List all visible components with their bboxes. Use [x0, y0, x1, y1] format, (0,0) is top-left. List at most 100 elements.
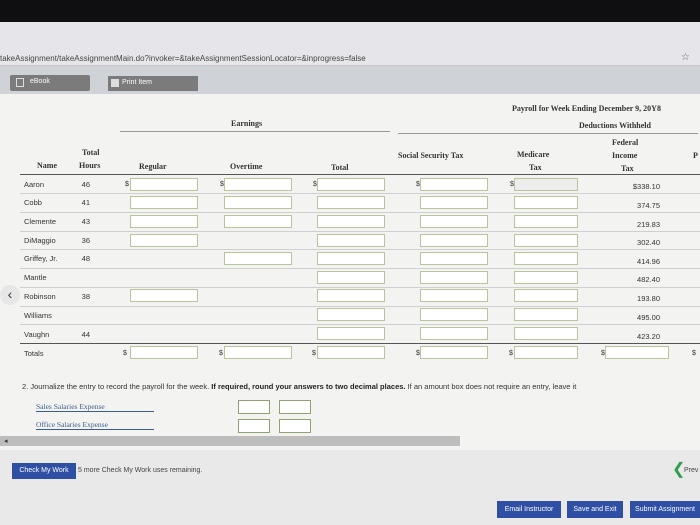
print-label: Print Item — [122, 79, 152, 86]
ebook-button[interactable]: eBook — [10, 75, 90, 91]
row-separator — [20, 231, 700, 232]
federal-header-1: Federal — [612, 138, 639, 147]
debit-input[interactable] — [238, 400, 270, 414]
q2-prefix: 2. Journalize the entry to record the pa… — [22, 382, 210, 391]
row-name: Aaron — [24, 180, 45, 189]
federal-total-input[interactable] — [605, 346, 669, 359]
social-security-input[interactable] — [420, 271, 488, 284]
regular-input[interactable] — [130, 196, 198, 209]
row-federal-tax: 219.83 — [637, 220, 660, 229]
medicare-input[interactable] — [514, 215, 578, 228]
total-input[interactable] — [317, 271, 385, 284]
medicare-input[interactable] — [514, 252, 578, 265]
dollar-sign: $ — [312, 350, 316, 357]
overtime-input[interactable] — [224, 252, 292, 265]
total-header: Total — [331, 163, 349, 172]
account-office-salaries[interactable]: Office Salaries Expense — [36, 420, 154, 430]
regular-header: Regular — [139, 162, 167, 171]
bookmark-star-icon[interactable]: ☆ — [681, 52, 690, 63]
row-separator — [20, 249, 700, 250]
social-security-input[interactable] — [420, 289, 488, 302]
dollar-sign: $ — [125, 181, 129, 188]
regular-input[interactable] — [130, 178, 198, 191]
overtime-input[interactable] — [224, 178, 292, 191]
check-my-work-button[interactable]: Check My Work — [12, 463, 76, 479]
chevron-left-icon[interactable]: ‹ — [0, 285, 20, 305]
social-security-input[interactable] — [420, 196, 488, 209]
row-hours: 44 — [81, 330, 90, 339]
medicare-input[interactable] — [514, 234, 578, 247]
horizontal-scrollbar[interactable] — [0, 436, 460, 446]
payroll-title: Payroll for Week Ending December 9, 20Y8 — [512, 104, 661, 113]
credit-input[interactable] — [279, 419, 311, 433]
name-header: Name — [37, 161, 57, 170]
row-separator — [20, 193, 700, 194]
url-text[interactable]: takeAssignment/takeAssignmentMain.do?inv… — [0, 54, 366, 63]
row-federal-tax: 423.20 — [637, 332, 660, 341]
total-input[interactable] — [317, 196, 385, 209]
row-hours: 38 — [81, 292, 90, 301]
dollar-sign: $ — [219, 350, 223, 357]
scroll-left-icon[interactable]: ◂ — [4, 437, 8, 445]
row-federal-tax: 495.00 — [637, 313, 660, 322]
social-security-total-input[interactable] — [420, 346, 488, 359]
medicare-input[interactable] — [514, 308, 578, 321]
ebook-label: eBook — [30, 78, 50, 85]
federal-header-2: Income — [612, 151, 638, 160]
total-input[interactable] — [317, 215, 385, 228]
email-instructor-button[interactable]: Email Instructor — [497, 501, 561, 518]
medicare-total-input[interactable] — [514, 346, 578, 359]
medicare-header-2: Tax — [529, 163, 542, 172]
federal-header-3: Tax — [621, 164, 634, 173]
submit-assignment-button[interactable]: Submit Assignment — [630, 501, 700, 518]
save-and-exit-button[interactable]: Save and Exit — [567, 501, 623, 518]
prev-button[interactable]: ❮ Prev — [672, 461, 700, 480]
social-security-input[interactable] — [420, 252, 488, 265]
regular-input[interactable] — [130, 234, 198, 247]
total-input[interactable] — [317, 308, 385, 321]
total-input[interactable] — [317, 234, 385, 247]
regular-input[interactable] — [130, 215, 198, 228]
dollar-sign: $ — [509, 350, 513, 357]
total-hours-header-1: Total — [82, 148, 100, 157]
row-name: DiMaggio — [24, 236, 56, 245]
social-security-input[interactable] — [420, 308, 488, 321]
row-name: Williams — [24, 311, 52, 320]
deductions-rule — [398, 133, 698, 134]
assignment-toolbar — [0, 66, 700, 94]
social-security-input[interactable] — [420, 178, 488, 191]
overtime-input[interactable] — [224, 215, 292, 228]
total-total-input[interactable] — [317, 346, 385, 359]
print-item-button[interactable]: Print Item — [108, 76, 198, 91]
credit-input[interactable] — [279, 400, 311, 414]
medicare-input[interactable] — [514, 289, 578, 302]
total-input[interactable] — [317, 327, 385, 340]
row-hours: 41 — [81, 198, 90, 207]
medicare-input[interactable] — [514, 196, 578, 209]
debit-input[interactable] — [238, 419, 270, 433]
row-hours: 46 — [81, 180, 90, 189]
regular-total-input[interactable] — [130, 346, 198, 359]
question-2-text: 2. Journalize the entry to record the pa… — [22, 382, 576, 391]
row-separator — [20, 212, 700, 213]
row-name: Mantle — [24, 273, 47, 282]
regular-input[interactable] — [130, 289, 198, 302]
social-security-input[interactable] — [420, 234, 488, 247]
row-name: Robinson — [24, 292, 56, 301]
total-input[interactable] — [317, 252, 385, 265]
total-input[interactable] — [317, 178, 385, 191]
overtime-total-input[interactable] — [224, 346, 292, 359]
total-input[interactable] — [317, 289, 385, 302]
row-federal-tax: 482.40 — [637, 275, 660, 284]
social-security-input[interactable] — [420, 215, 488, 228]
row-name: Griffey, Jr. — [24, 254, 58, 263]
overtime-header: Overtime — [230, 162, 263, 171]
social-security-input[interactable] — [420, 327, 488, 340]
medicare-input[interactable] — [514, 327, 578, 340]
medicare-input[interactable] — [514, 178, 578, 191]
overtime-input[interactable] — [224, 196, 292, 209]
earnings-rule — [120, 131, 390, 132]
row-federal-tax: 414.96 — [637, 257, 660, 266]
account-sales-salaries[interactable]: Sales Salaries Expense — [36, 402, 154, 412]
medicare-input[interactable] — [514, 271, 578, 284]
